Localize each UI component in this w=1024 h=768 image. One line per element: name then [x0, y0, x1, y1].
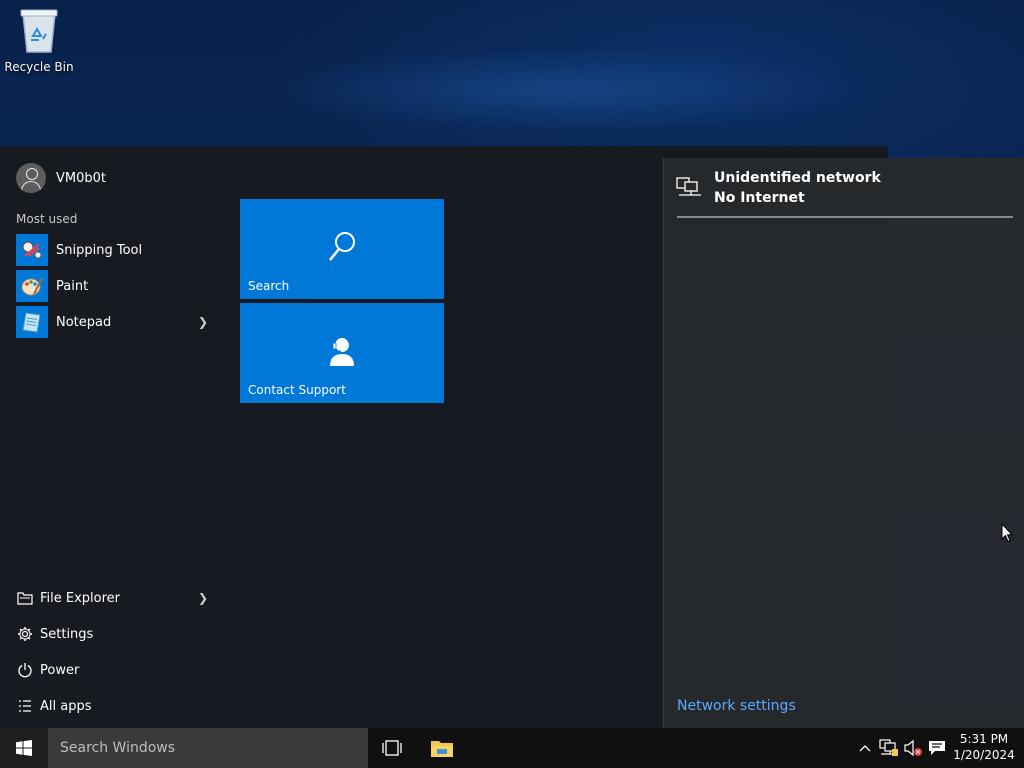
chevron-up-icon [859, 745, 871, 752]
tile-search[interactable]: Search [240, 199, 444, 299]
clock-date: 1/20/2024 [953, 748, 1015, 762]
paint-icon [16, 270, 48, 302]
network-status: No Internet [714, 190, 805, 206]
chevron-right-icon[interactable]: ❯ [198, 591, 208, 605]
app-item-paint[interactable]: Paint [16, 270, 212, 302]
network-name: Unidentified network [714, 170, 881, 186]
avatar [16, 163, 46, 193]
network-item[interactable]: Unidentified network No Internet [676, 168, 881, 208]
notepad-icon [16, 306, 48, 338]
start-item-label: File Explorer [40, 590, 121, 606]
support-person-icon [330, 336, 354, 366]
taskbar-search-box[interactable]: Search Windows [48, 728, 368, 768]
action-center-button[interactable] [926, 728, 948, 768]
start-item-all-apps[interactable]: All apps [16, 692, 212, 720]
start-item-label: Settings [40, 626, 94, 642]
mouse-cursor-icon [1001, 523, 1013, 543]
tile-label: Search [248, 279, 290, 293]
network-tray-button[interactable] [878, 728, 900, 768]
file-explorer-taskbar-button[interactable] [420, 728, 464, 768]
network-flyout: Unidentified network No Internet Network… [663, 158, 1024, 728]
all-apps-icon [16, 697, 34, 715]
file-explorer-icon [16, 589, 34, 607]
recycle-bin-desktop-icon[interactable]: Recycle Bin [4, 6, 74, 74]
task-view-icon [382, 740, 402, 756]
user-account-button[interactable]: VM0b0t [16, 162, 106, 194]
app-label: Snipping Tool [56, 242, 143, 258]
search-icon [329, 232, 355, 261]
divider [677, 216, 1013, 218]
app-label: Paint [56, 278, 89, 294]
volume-tray-button[interactable] [902, 728, 924, 768]
task-view-button[interactable] [372, 728, 412, 768]
start-item-label: Power [40, 662, 80, 678]
tile-label: Contact Support [248, 383, 346, 397]
app-item-notepad[interactable]: Notepad ❯ [16, 306, 212, 338]
start-item-settings[interactable]: Settings [16, 620, 212, 648]
folder-icon [431, 741, 453, 757]
chevron-right-icon[interactable]: ❯ [198, 315, 208, 329]
start-button[interactable] [0, 728, 48, 768]
notifications-icon [929, 741, 945, 755]
clock-time: 5:31 PM [959, 732, 1009, 746]
speaker-muted-icon [904, 739, 922, 757]
power-icon [16, 661, 34, 679]
recycle-bin-icon [20, 9, 58, 53]
taskbar-clock[interactable]: 5:31 PM 1/20/2024 [950, 731, 1018, 763]
windows-logo-icon [16, 740, 32, 756]
recycle-bin-label: Recycle Bin [4, 60, 74, 74]
taskbar: Search Windows 5:31 PM 1/20/2024 [0, 728, 1024, 768]
network-settings-link[interactable]: Network settings [677, 698, 796, 714]
network-no-internet-icon [879, 739, 898, 756]
search-placeholder: Search Windows [60, 740, 176, 756]
most-used-header: Most used [16, 212, 78, 226]
gear-icon [16, 625, 34, 643]
snipping-tool-icon [16, 234, 48, 266]
tile-contact-support[interactable]: Contact Support [240, 303, 444, 403]
wired-network-icon [676, 177, 701, 196]
start-item-power[interactable]: Power [16, 656, 212, 684]
start-menu-left-column: VM0b0t Most used Snipping Tool Paint Not… [0, 146, 228, 728]
show-hidden-icons-button[interactable] [856, 728, 874, 768]
start-item-label: All apps [40, 698, 92, 714]
app-label: Notepad [56, 314, 112, 330]
start-item-file-explorer[interactable]: File Explorer ❯ [16, 584, 212, 612]
app-item-snipping-tool[interactable]: Snipping Tool [16, 234, 212, 266]
user-name: VM0b0t [56, 170, 107, 186]
